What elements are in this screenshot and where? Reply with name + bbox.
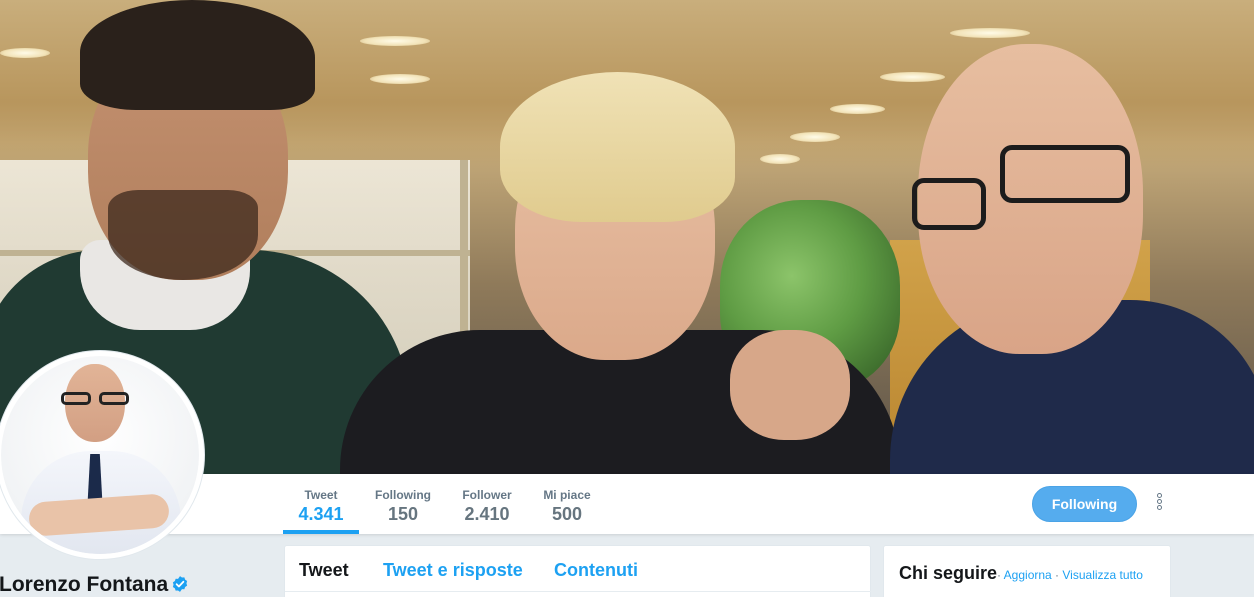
stat-label: Mi piace [543, 488, 591, 502]
profile-avatar[interactable] [0, 351, 204, 559]
refresh-link[interactable]: Aggiorna [1004, 568, 1052, 582]
stat-likes[interactable]: Mi piace 500 [537, 474, 597, 534]
stat-tweets[interactable]: Tweet 4.341 [283, 474, 359, 534]
banner-light [360, 36, 430, 46]
stat-label: Following [375, 488, 431, 502]
banner-light [830, 104, 885, 114]
banner-light [0, 48, 50, 58]
avatar-glasses [61, 392, 129, 406]
separator: · [1051, 568, 1063, 582]
timeline-tabs: Tweet Tweet e risposte Contenuti [284, 545, 872, 597]
profile-name[interactable]: Lorenzo Fontana [0, 573, 189, 597]
who-to-follow-title: Chi seguire [899, 563, 998, 583]
banner-light [880, 72, 945, 82]
stat-value: 500 [551, 504, 583, 524]
banner-light [760, 154, 800, 164]
stat-value: 150 [387, 504, 419, 524]
tab-media[interactable]: Contenuti [554, 560, 638, 581]
tab-tweets[interactable]: Tweet [299, 560, 349, 581]
stat-label: Tweet [304, 488, 338, 502]
stat-label: Follower [462, 488, 512, 502]
who-to-follow-links: · Aggiorna · Visualizza tutto [997, 568, 1143, 582]
stat-value: 2.410 [464, 504, 510, 524]
separator: · [997, 568, 1004, 582]
profile-name-text: Lorenzo Fontana [0, 573, 169, 596]
who-to-follow-module: Chi seguire · Aggiorna · Visualizza tutt… [883, 545, 1171, 597]
stat-value: 4.341 [298, 504, 344, 524]
view-all-link[interactable]: Visualizza tutto [1062, 568, 1143, 582]
verified-badge-icon [173, 576, 188, 592]
following-button[interactable]: Following [1032, 486, 1137, 522]
tab-tweets-and-replies[interactable]: Tweet e risposte [383, 560, 523, 581]
stat-followers[interactable]: Follower 2.410 [456, 474, 518, 534]
more-vertical-icon[interactable] [1148, 492, 1170, 516]
avatar-photo [1, 356, 199, 554]
tabs-divider [285, 591, 872, 592]
banner-light [950, 28, 1030, 38]
stat-following[interactable]: Following 150 [370, 474, 436, 534]
banner-light [790, 132, 840, 142]
banner-light [370, 74, 430, 84]
